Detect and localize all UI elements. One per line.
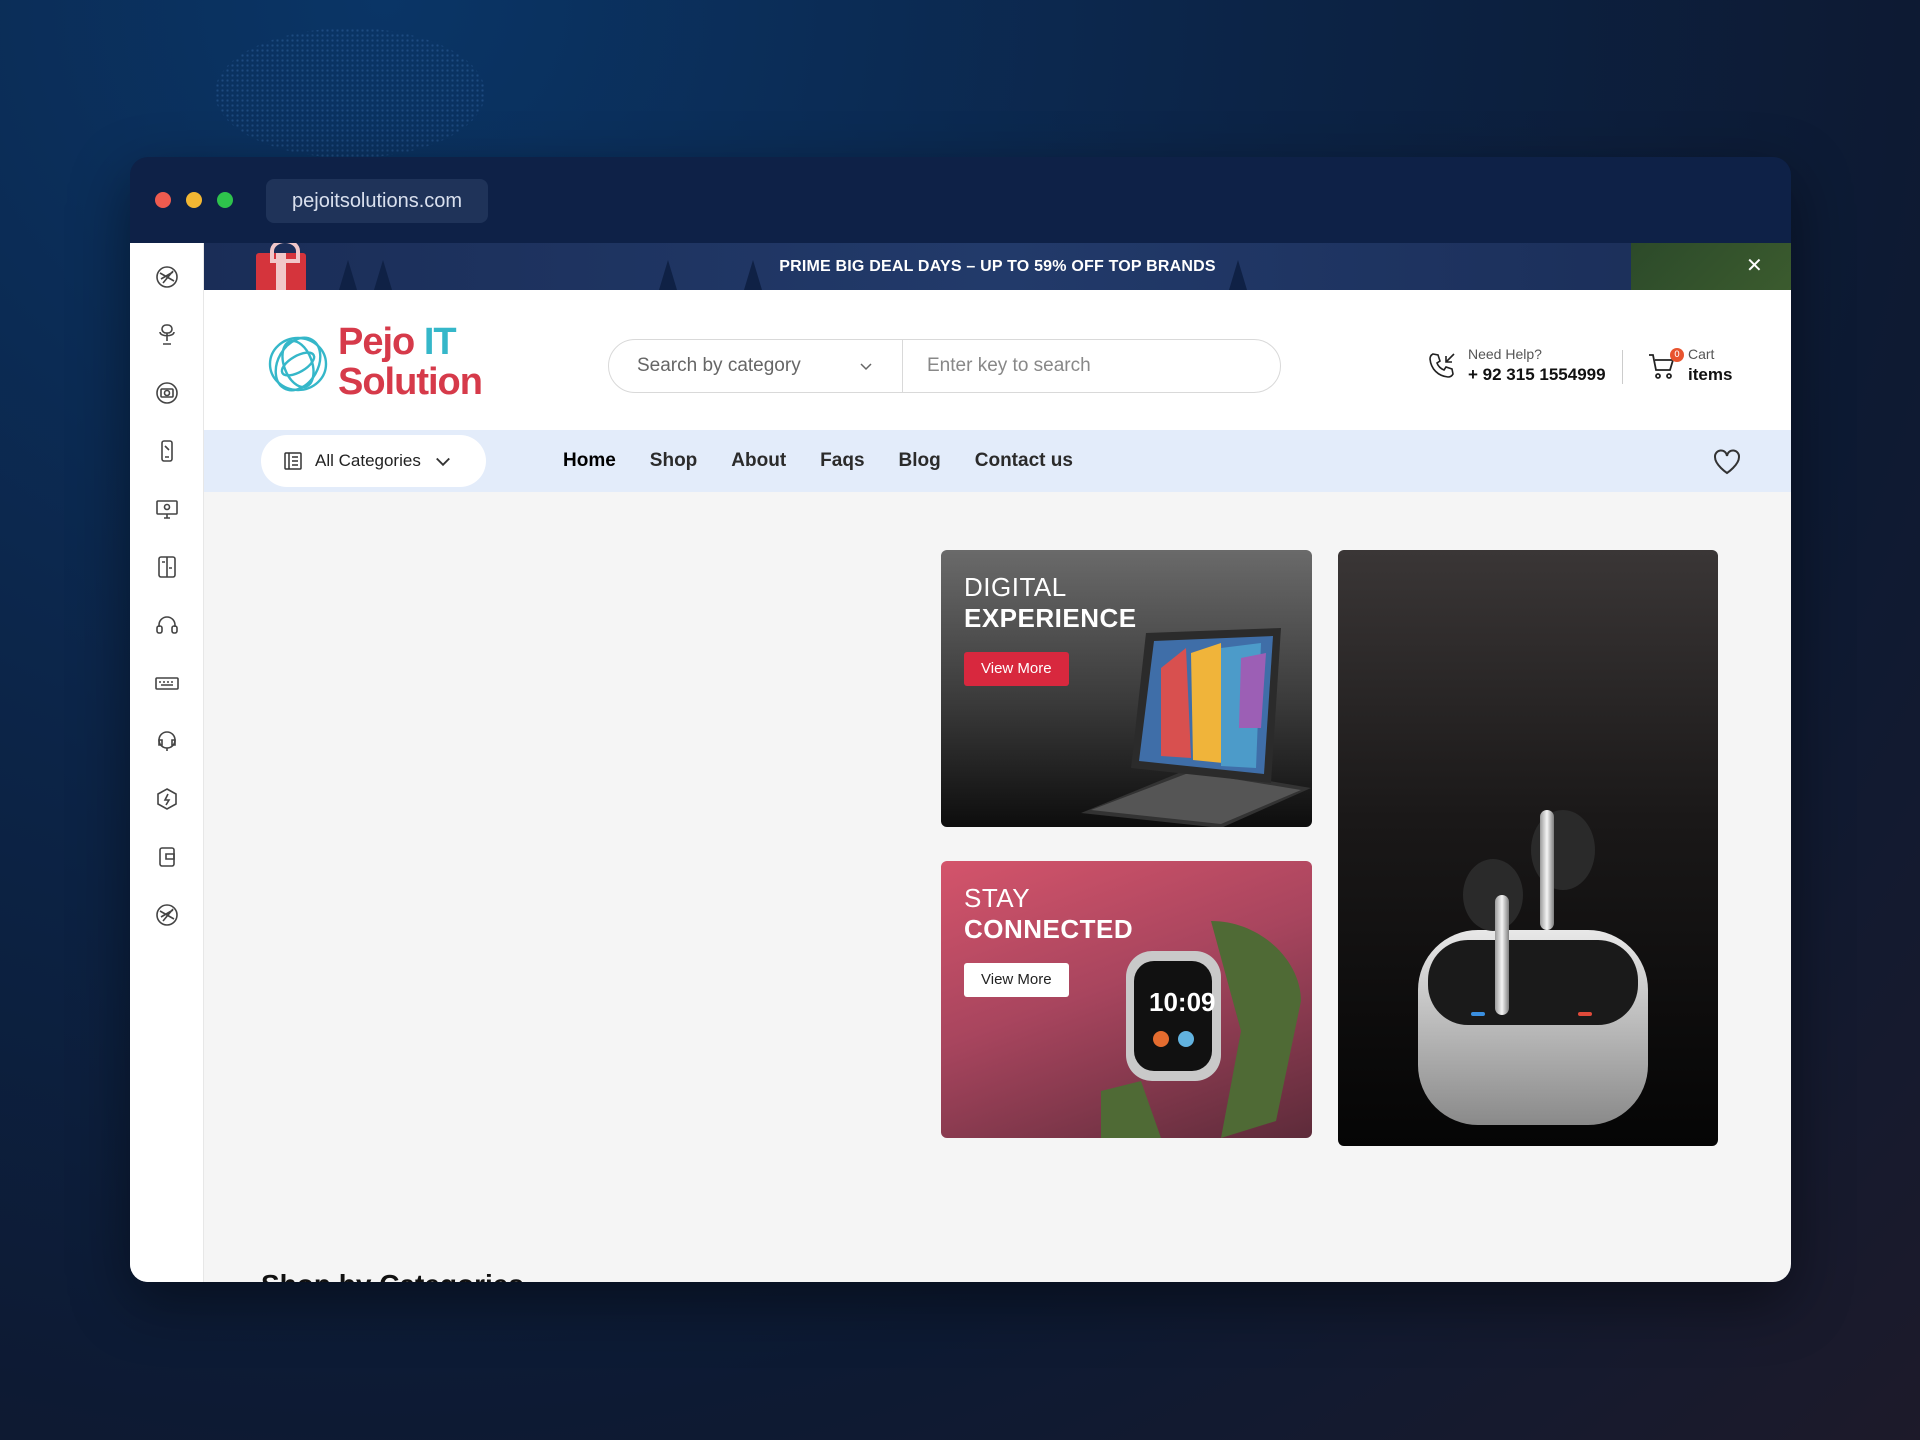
banner-title-line2: CONNECTED <box>964 914 1134 944</box>
sidebar-item-tablets[interactable] <box>130 538 204 596</box>
banner-title-line1: DIGITAL <box>964 572 1067 602</box>
banner-title: DIGITAL EXPERIENCE <box>964 572 1137 634</box>
browser-titlebar: pejoitsolutions.com <box>130 157 1791 243</box>
tree-decoration <box>374 260 392 290</box>
shop-by-categories-heading: Shop by Categories <box>261 1269 524 1282</box>
promo-text: PRIME BIG DEAL DAYS – UP TO 59% OFF TOP … <box>779 258 1216 275</box>
view-more-button[interactable]: View More <box>964 963 1069 997</box>
keyboard-icon <box>155 677 179 690</box>
nav-link-contact[interactable]: Contact us <box>975 450 1073 472</box>
sidebar-item-more[interactable] <box>130 886 204 944</box>
minimize-window-button[interactable] <box>186 192 202 208</box>
browser-window: pejoitsolutions.com PRIME BIG DEAL DAYS … <box>130 157 1791 1282</box>
background-dot-pattern <box>215 28 485 158</box>
earbuds-image <box>1418 810 1648 1125</box>
monitor-icon <box>156 500 178 519</box>
power-bank-icon <box>157 788 177 810</box>
all-categories-dropdown[interactable]: All Categories <box>261 435 486 487</box>
camera-icon <box>156 382 178 404</box>
banner-title-line1: STAY <box>964 883 1031 913</box>
site-logo[interactable]: Pejo IT Solution <box>266 321 483 403</box>
sidebar-item-microphones[interactable] <box>130 306 204 364</box>
nav-links: Home Shop About Faqs Blog Contact us <box>563 430 1073 492</box>
promo-bar: PRIME BIG DEAL DAYS – UP TO 59% OFF TOP … <box>204 243 1791 290</box>
cart-button[interactable]: 0 Cart items <box>1646 346 1732 385</box>
main-navbar: All Categories Home Shop About Faqs Blog… <box>204 430 1791 492</box>
page-viewport: PRIME BIG DEAL DAYS – UP TO 59% OFF TOP … <box>130 243 1791 1282</box>
laptop-icon <box>156 266 178 288</box>
logo-text-solution: Solution <box>338 361 483 403</box>
chevron-down-icon <box>435 457 450 467</box>
search-category-select[interactable]: Search by category <box>609 340 903 392</box>
nav-link-about[interactable]: About <box>731 450 786 472</box>
view-more-button[interactable]: View More <box>964 652 1069 686</box>
tree-decoration <box>659 260 677 290</box>
website: PRIME BIG DEAL DAYS – UP TO 59% OFF TOP … <box>204 243 1791 1282</box>
close-window-button[interactable] <box>155 192 171 208</box>
logo-wordmark: Pejo IT Solution <box>338 321 483 403</box>
banner-earbuds[interactable] <box>1338 550 1718 1146</box>
logo-text-it: IT <box>423 321 457 363</box>
sidebar-item-headsets[interactable] <box>130 712 204 770</box>
site-header: Pejo IT Solution Search by category Need… <box>204 290 1791 430</box>
tree-decoration <box>339 260 357 290</box>
tree-decoration <box>1229 260 1247 290</box>
cart-count-badge: 0 <box>1670 347 1684 362</box>
tablet-icon <box>158 556 176 578</box>
banner-digital-experience[interactable]: DIGITAL EXPERIENCE View More <box>941 550 1312 827</box>
banner-stay-connected[interactable]: 10:09 STAY CONNECTED View More <box>941 861 1312 1138</box>
nav-link-shop[interactable]: Shop <box>650 450 698 472</box>
sidebar-item-cameras[interactable] <box>130 364 204 422</box>
help-contact[interactable]: Need Help? + 92 315 1554999 <box>1426 346 1606 385</box>
sidebar-item-phones[interactable] <box>130 422 204 480</box>
category-icon-rail <box>130 243 204 1282</box>
help-phone: + 92 315 1554999 <box>1468 365 1606 384</box>
laptop-icon <box>156 904 178 926</box>
address-bar[interactable]: pejoitsolutions.com <box>266 179 489 223</box>
search-bar: Search by category <box>608 339 1281 393</box>
hero-section: DIGITAL EXPERIENCE View More 10:09 STAY … <box>204 492 1791 1282</box>
microphone-icon <box>159 324 175 345</box>
sidebar-item-keyboards[interactable] <box>130 654 204 712</box>
search-input[interactable] <box>903 340 1280 392</box>
wishlist-heart-icon[interactable] <box>1713 449 1741 475</box>
sidebar-item-power-banks[interactable] <box>130 770 204 828</box>
tree-decoration <box>744 260 762 290</box>
phone-call-icon <box>1429 352 1455 378</box>
all-categories-label: All Categories <box>315 451 421 470</box>
chevron-down-icon <box>860 363 872 371</box>
logo-text-pejo: Pejo <box>338 321 415 363</box>
banner-title: STAY CONNECTED <box>964 883 1133 945</box>
svg-text:10:09: 10:09 <box>1149 987 1216 1017</box>
nav-link-home[interactable]: Home <box>563 450 616 472</box>
nav-link-faqs[interactable]: Faqs <box>820 450 864 472</box>
gift-decoration <box>256 243 306 290</box>
sidebar-item-monitors[interactable] <box>130 480 204 538</box>
headset-icon <box>158 731 176 751</box>
list-icon <box>284 452 302 470</box>
maximize-window-button[interactable] <box>217 192 233 208</box>
phone-icon <box>161 440 173 462</box>
logo-swirl-icon <box>268 336 328 392</box>
banner-title-line2: EXPERIENCE <box>964 603 1137 633</box>
search-category-label: Search by category <box>637 355 801 376</box>
header-divider <box>1622 350 1623 384</box>
sidebar-item-laptops[interactable] <box>130 248 204 306</box>
cart-label: Cart <box>1688 346 1715 362</box>
headphones-icon <box>156 616 178 634</box>
help-label: Need Help? <box>1468 346 1542 362</box>
cart-items-label: items <box>1688 365 1733 384</box>
window-controls <box>155 192 233 208</box>
sidebar-item-headphones[interactable] <box>130 596 204 654</box>
wallet-icon <box>159 847 175 867</box>
close-icon[interactable]: ✕ <box>1746 243 1763 290</box>
smartwatch-image: 10:09 <box>1101 921 1301 1138</box>
sidebar-item-accessories[interactable] <box>130 828 204 886</box>
nav-link-blog[interactable]: Blog <box>899 450 941 472</box>
wreath-decoration <box>1631 243 1791 290</box>
cart-icon: 0 <box>1646 347 1684 382</box>
